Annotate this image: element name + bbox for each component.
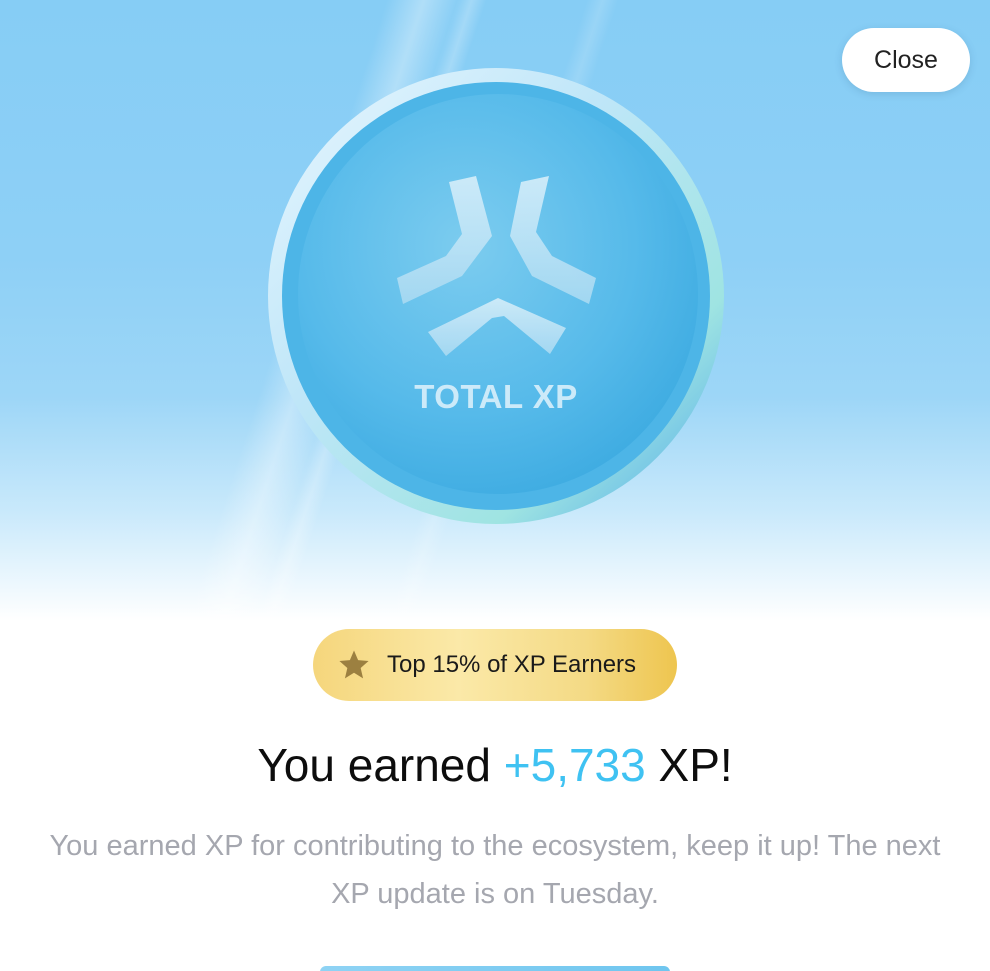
total-xp-coin: TOTAL XP <box>266 66 726 526</box>
action-button-edge[interactable] <box>320 966 670 971</box>
hero-background: TOTAL XP <box>0 0 990 640</box>
top-earner-badge: Top 15% of XP Earners <box>313 629 677 701</box>
earned-headline: You earned +5,733 XP! <box>0 738 990 792</box>
coin-graphic <box>268 68 724 524</box>
description-text: You earned XP for contributing to the ec… <box>49 830 941 910</box>
badge-label: Top 15% of XP Earners <box>387 651 637 678</box>
headline-suffix: XP! <box>645 739 733 791</box>
xp-reward-modal: TOTAL XP Close Top 15% of XP Earners You… <box>0 0 990 971</box>
star-icon <box>339 650 369 679</box>
coin-face <box>298 94 698 494</box>
xp-amount: +5,733 <box>503 739 646 791</box>
headline-prefix: You earned <box>257 739 504 791</box>
close-button[interactable]: Close <box>842 28 970 92</box>
coin-label: TOTAL XP <box>414 378 578 415</box>
